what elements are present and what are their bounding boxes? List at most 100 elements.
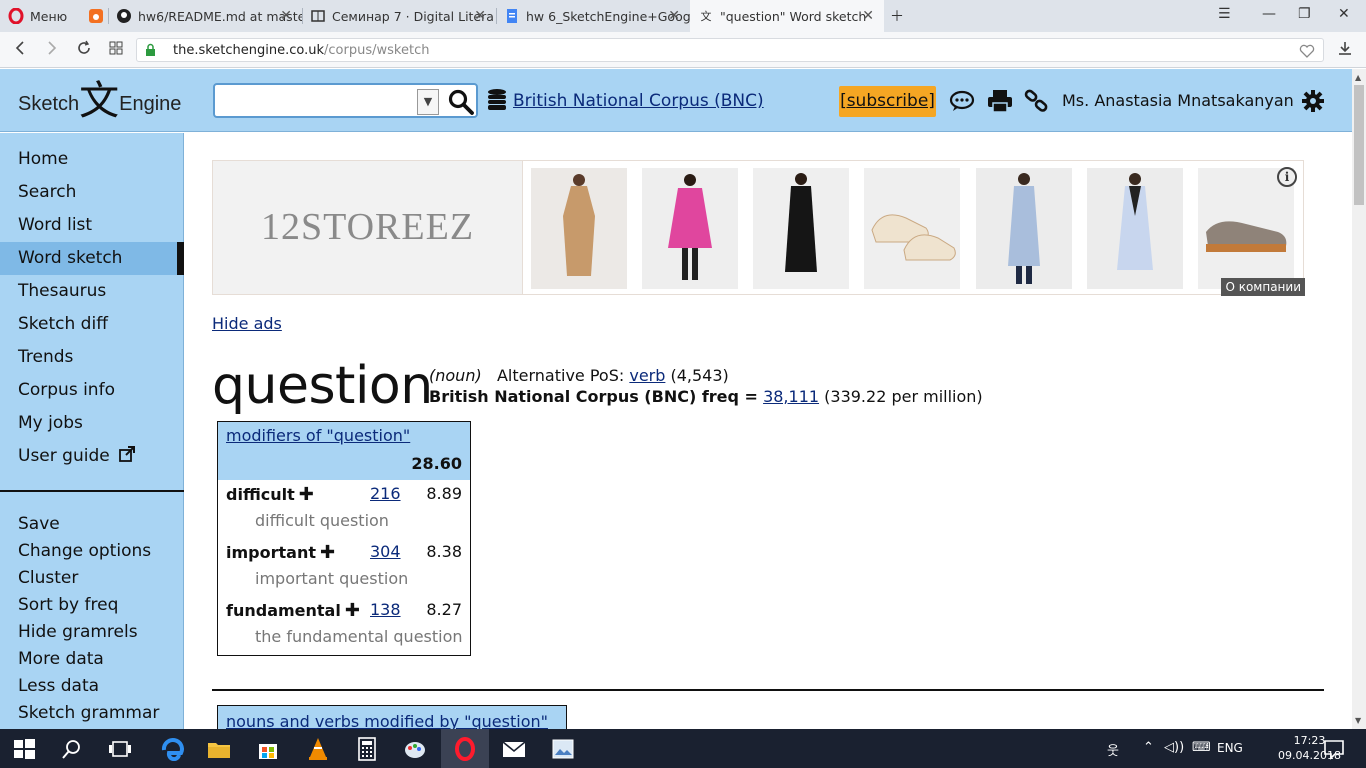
- sidebar-item-home[interactable]: Home: [0, 143, 184, 176]
- download-icon[interactable]: [1337, 40, 1353, 60]
- close-icon[interactable]: ✕: [668, 8, 680, 24]
- new-tab-icon[interactable]: ＋: [890, 6, 904, 26]
- ad-product-image[interactable]: [531, 168, 627, 289]
- info-icon[interactable]: i: [1277, 167, 1297, 187]
- collocate-freq-link[interactable]: 304: [370, 542, 401, 561]
- volume-icon[interactable]: ◁)): [1164, 740, 1184, 755]
- mail-icon[interactable]: [502, 737, 526, 761]
- sidebar-item-my-jobs[interactable]: My jobs: [0, 407, 184, 440]
- collocate-example[interactable]: the fundamental question: [255, 627, 463, 646]
- scroll-up-icon[interactable]: ▲: [1355, 73, 1361, 82]
- user-name[interactable]: Ms. Anastasia Mnatsakanyan: [1062, 91, 1294, 110]
- collocate-word[interactable]: fundamental ✚: [226, 600, 360, 621]
- photos-icon[interactable]: [551, 737, 575, 761]
- store-icon[interactable]: [256, 737, 280, 761]
- tab-pinned[interactable]: [80, 0, 106, 32]
- reload-icon[interactable]: [76, 40, 92, 60]
- calculator-icon[interactable]: [355, 737, 379, 761]
- speed-dial-icon[interactable]: [108, 40, 124, 60]
- collocate-word[interactable]: important ✚: [226, 542, 335, 563]
- windows-start-icon[interactable]: [12, 737, 36, 761]
- gramrel-title-link[interactable]: nouns and verbs modified by "question": [226, 712, 548, 729]
- collocate-row[interactable]: fundamental ✚ 138 8.27: [218, 596, 470, 625]
- action-more-data[interactable]: More data: [18, 649, 104, 669]
- action-sort-by-freq[interactable]: Sort by freq: [18, 595, 118, 615]
- action-hide-gramrels[interactable]: Hide gramrels: [18, 622, 138, 642]
- ad-product-image[interactable]: [976, 168, 1072, 289]
- people-icon[interactable]: 웃: [1107, 740, 1119, 759]
- tab-seminar[interactable]: Семинар 7 · Digital Litera ✕: [302, 0, 496, 32]
- sidebar-item-sketch-diff[interactable]: Sketch diff: [0, 308, 184, 341]
- chevron-up-icon[interactable]: ⌃: [1143, 740, 1154, 755]
- search-input[interactable]: [219, 89, 415, 114]
- restore-icon[interactable]: ❐: [1298, 6, 1311, 22]
- share-link-icon[interactable]: [1024, 89, 1050, 113]
- gear-icon[interactable]: [1300, 89, 1326, 113]
- collocate-freq-link[interactable]: 216: [370, 484, 401, 503]
- hide-ads-link[interactable]: Hide ads: [212, 314, 282, 333]
- window-close-icon[interactable]: ✕: [1338, 6, 1350, 22]
- input-icon[interactable]: ⌨: [1192, 740, 1211, 755]
- tab-word-sketch[interactable]: 文 "question" Word sketch ✕: [690, 0, 884, 32]
- close-icon[interactable]: ✕: [474, 8, 486, 24]
- scroll-down-icon[interactable]: ▼: [1355, 716, 1361, 725]
- ad-product-image[interactable]: [642, 168, 738, 289]
- collocate-word[interactable]: difficult ✚: [226, 484, 314, 505]
- close-icon[interactable]: ✕: [280, 8, 292, 24]
- sidebar-item-thesaurus[interactable]: Thesaurus: [0, 275, 184, 308]
- ad-product-image[interactable]: [1198, 168, 1294, 289]
- ad-product-image[interactable]: [753, 168, 849, 289]
- forward-icon[interactable]: [44, 40, 60, 60]
- ad-banner[interactable]: 12STOREEZ i О компании: [212, 160, 1305, 296]
- opera-icon[interactable]: [453, 737, 477, 761]
- search-button[interactable]: [447, 88, 475, 116]
- sidebar-item-user-guide[interactable]: User guide: [0, 440, 184, 473]
- alt-pos-link[interactable]: verb: [629, 366, 665, 385]
- search-icon[interactable]: [60, 737, 84, 761]
- action-save[interactable]: Save: [18, 514, 60, 534]
- language-indicator[interactable]: ENG: [1217, 741, 1243, 755]
- collocate-freq-link[interactable]: 138: [370, 600, 401, 619]
- search-dropdown[interactable]: ▼: [417, 89, 439, 115]
- ad-product-image[interactable]: [864, 168, 960, 289]
- feedback-icon[interactable]: [949, 89, 975, 113]
- notifications-icon[interactable]: [1322, 737, 1346, 761]
- action-change-options[interactable]: Change options: [18, 541, 151, 561]
- paint-icon[interactable]: [403, 737, 427, 761]
- collocate-example[interactable]: important question: [255, 569, 408, 588]
- collocate-example[interactable]: difficult question: [255, 511, 389, 530]
- vlc-icon[interactable]: [306, 737, 330, 761]
- sidebar-item-corpus-info[interactable]: Corpus info: [0, 374, 184, 407]
- back-icon[interactable]: [12, 40, 28, 60]
- corpus-selector-link[interactable]: British National Corpus (BNC): [513, 91, 764, 111]
- tab-github[interactable]: hw6/README.md at maste ✕: [108, 0, 302, 32]
- plus-icon[interactable]: ✚: [299, 484, 314, 505]
- scrollbar-thumb[interactable]: [1354, 85, 1364, 205]
- edge-icon[interactable]: [160, 737, 184, 761]
- subscribe-button[interactable]: [subscribe]: [839, 86, 936, 117]
- heart-icon[interactable]: [1299, 43, 1315, 59]
- tab-google-docs[interactable]: hw 6_SketchEngine+Goog ✕: [496, 0, 690, 32]
- ad-product-image[interactable]: [1087, 168, 1183, 289]
- ad-company-link[interactable]: О компании: [1221, 278, 1305, 296]
- action-cluster[interactable]: Cluster: [18, 568, 78, 588]
- url-field[interactable]: the.sketchengine.co.uk/corpus/wsketch: [136, 38, 1324, 62]
- collocate-row[interactable]: important ✚ 304 8.38: [218, 538, 470, 567]
- sidebar-item-search[interactable]: Search: [0, 176, 184, 209]
- action-less-data[interactable]: Less data: [18, 676, 99, 696]
- gramrel-title-link[interactable]: modifiers of "question": [226, 426, 462, 450]
- vertical-scrollbar[interactable]: ▲ ▼: [1352, 69, 1366, 729]
- sidebar-item-word-sketch[interactable]: Word sketch: [0, 242, 184, 275]
- collocate-row[interactable]: difficult ✚ 216 8.89: [218, 480, 470, 509]
- action-sketch-grammar[interactable]: Sketch grammar: [18, 703, 159, 723]
- print-icon[interactable]: [987, 89, 1013, 113]
- opera-menu-button[interactable]: Меню: [0, 0, 76, 32]
- file-explorer-icon[interactable]: [207, 737, 231, 761]
- plus-icon[interactable]: ✚: [320, 542, 335, 563]
- plus-icon[interactable]: ✚: [345, 600, 360, 621]
- tab-menu-icon[interactable]: ☰: [1218, 6, 1231, 22]
- sidebar-item-word-list[interactable]: Word list: [0, 209, 184, 242]
- sketchengine-logo[interactable]: Sketch 文 Engine: [18, 81, 181, 121]
- minimize-icon[interactable]: —: [1262, 6, 1276, 22]
- close-icon[interactable]: ✕: [862, 8, 874, 24]
